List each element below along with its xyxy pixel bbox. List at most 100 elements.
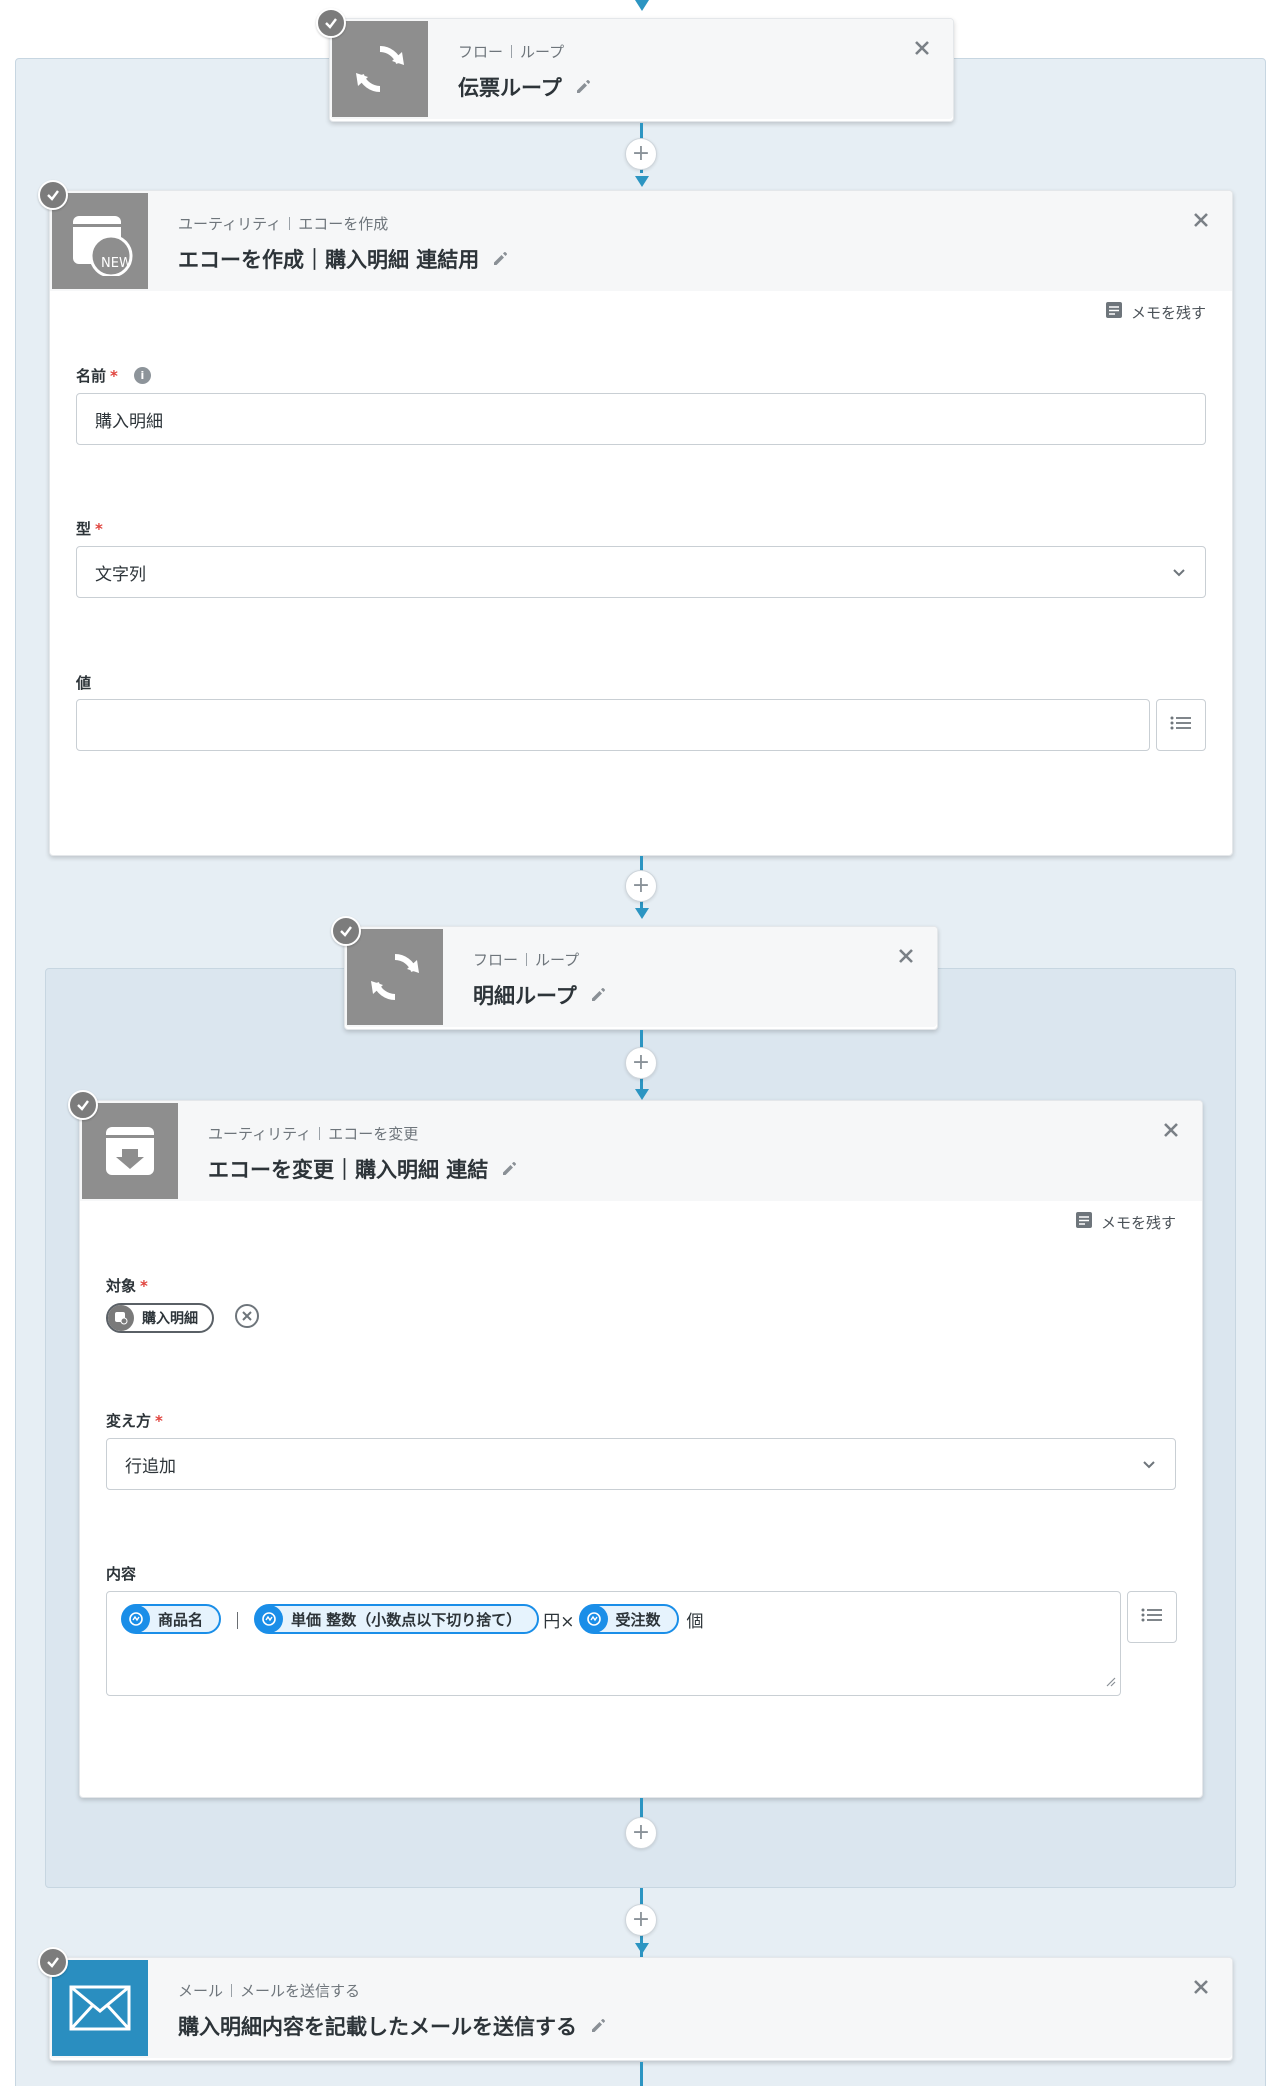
loop1-card[interactable]: フロー ループ 伝票ループ — [329, 18, 954, 122]
target-field-label: 対象 * — [106, 1275, 148, 1296]
target-label-text: 対象 — [106, 1277, 137, 1295]
required-mark: * — [95, 519, 103, 538]
variable-chip[interactable]: 商品名 — [121, 1604, 222, 1634]
loop2-category: フロー — [473, 951, 519, 969]
connector-arrow — [635, 1089, 649, 1100]
loop2-card[interactable]: フロー ループ 明細ループ — [344, 926, 938, 1030]
check-icon — [68, 1090, 98, 1120]
loop1-category: フロー — [458, 43, 504, 61]
variable-chip-label: 受注数 — [615, 1610, 661, 1629]
variable-chip-label: 単価 整数（小数点以下切り捨て） — [291, 1610, 522, 1629]
edit-pencil-icon[interactable] — [589, 986, 607, 1004]
edit-pencil-icon[interactable] — [589, 2017, 607, 2035]
required-mark: * — [110, 366, 118, 385]
target-echo-chip[interactable]: 購入明細 — [106, 1303, 214, 1333]
variable-icon — [122, 1605, 150, 1633]
variable-list-button[interactable] — [1156, 699, 1206, 751]
content-textarea[interactable]: 商品名 ｜ 単価 整数（小数点以下切り捨て） 円× 受注数 個 — [106, 1591, 1121, 1696]
name-label-text: 名前 — [76, 367, 107, 385]
method-select[interactable]: 行追加 — [106, 1438, 1176, 1490]
close-icon[interactable] — [911, 37, 933, 59]
name-input-value: 購入明細 — [95, 411, 163, 432]
loop-icon — [347, 929, 443, 1025]
note-icon — [1075, 1211, 1093, 1233]
chevron-down-icon — [1171, 564, 1187, 585]
echo-create-category: ユーティリティ — [178, 215, 282, 233]
resize-handle-icon[interactable] — [1104, 1672, 1116, 1691]
edit-pencil-icon[interactable] — [574, 78, 592, 96]
type-label-text: 型 — [76, 520, 92, 538]
list-icon — [1141, 1607, 1163, 1627]
required-mark: * — [140, 1276, 148, 1295]
note-icon — [1105, 301, 1123, 323]
type-select[interactable]: 文字列 — [76, 546, 1206, 598]
variable-icon — [579, 1605, 608, 1633]
method-field-label: 変え方 * — [106, 1410, 163, 1431]
mail-title: 購入明細内容を記載したメールを送信する — [178, 2015, 577, 2039]
close-icon[interactable] — [1190, 1976, 1212, 1998]
name-field-label: 名前 * i — [76, 365, 151, 386]
echo-change-category: ユーティリティ — [208, 1125, 312, 1143]
check-icon — [316, 8, 346, 38]
connector-arrow — [635, 176, 649, 187]
memo-label: メモを残す — [1130, 303, 1206, 322]
edit-pencil-icon[interactable] — [500, 1160, 518, 1178]
echo-change-card[interactable]: ユーティリティ エコーを変更 エコーを変更｜購入明細 連結 メモを残す 対象 * 購… — [79, 1100, 1203, 1798]
content-field-label: 内容 — [106, 1563, 136, 1584]
content-label-text: 内容 — [106, 1565, 137, 1583]
value-input[interactable] — [76, 699, 1150, 751]
memo-label: メモを残す — [1100, 1213, 1176, 1232]
content-text: 円× — [543, 1611, 575, 1632]
echo-create-card[interactable]: NEW ユーティリティ エコーを作成 エコーを作成｜購入明細 連結用 メモを残す … — [49, 190, 1233, 856]
mail-card[interactable]: メール メールを送信する 購入明細内容を記載したメールを送信する — [49, 1957, 1233, 2061]
check-icon — [38, 180, 68, 210]
method-label-text: 変え方 — [106, 1412, 152, 1430]
memo-button[interactable]: メモを残す — [1105, 301, 1206, 323]
mail-icon — [52, 1960, 148, 2056]
variable-chip[interactable]: 単価 整数（小数点以下切り捨て） — [254, 1604, 540, 1634]
target-chip-label: 購入明細 — [142, 1311, 198, 1327]
add-step-button[interactable]: + — [625, 870, 657, 902]
add-step-button[interactable]: + — [625, 1047, 657, 1079]
chevron-down-icon — [1141, 1456, 1157, 1477]
content-separator: ｜ — [229, 1611, 247, 1632]
echo-create-action: エコーを作成 — [298, 215, 389, 233]
edit-pencil-icon[interactable] — [491, 250, 509, 268]
mail-action: メールを送信する — [240, 1982, 361, 2000]
echo-change-title: エコーを変更｜購入明細 連結 — [208, 1158, 489, 1182]
close-icon[interactable] — [1190, 209, 1212, 231]
echo-create-title: エコーを作成｜購入明細 連結用 — [178, 248, 480, 272]
info-icon[interactable]: i — [133, 367, 151, 384]
connector-line — [640, 2062, 643, 2086]
memo-button[interactable]: メモを残す — [1075, 1211, 1176, 1233]
type-field-label: 型 * — [76, 518, 103, 539]
new-badge-text: NEW — [101, 256, 132, 271]
required-mark: * — [155, 1411, 163, 1430]
echo-change-action: エコーを変更 — [328, 1125, 419, 1143]
loop-icon — [332, 21, 428, 117]
value-field-label: 値 — [76, 672, 91, 693]
name-input[interactable]: 購入明細 — [76, 393, 1206, 445]
close-icon[interactable] — [1160, 1119, 1182, 1141]
loop2-title: 明細ループ — [473, 984, 577, 1008]
variable-list-button[interactable] — [1127, 1591, 1177, 1643]
variable-icon — [255, 1605, 284, 1633]
type-select-value: 文字列 — [95, 564, 146, 585]
new-echo-icon: NEW — [52, 193, 148, 289]
loop1-action: ループ — [520, 43, 565, 61]
add-step-button[interactable]: + — [625, 138, 657, 170]
add-step-button[interactable]: + — [625, 1817, 657, 1849]
connector-arrow — [635, 0, 649, 11]
variable-chip[interactable]: 受注数 — [578, 1604, 679, 1634]
variable-chip-label: 商品名 — [158, 1610, 204, 1629]
list-icon — [1170, 715, 1192, 735]
add-step-button[interactable]: + — [625, 1904, 657, 1936]
loop1-title: 伝票ループ — [458, 76, 562, 100]
remove-target-icon[interactable] — [234, 1303, 260, 1333]
content-text: 個 — [686, 1611, 704, 1632]
change-echo-icon — [82, 1103, 178, 1199]
connector-arrow — [635, 1943, 649, 1954]
method-select-value: 行追加 — [125, 1456, 176, 1477]
check-icon — [38, 1947, 68, 1977]
close-icon[interactable] — [895, 945, 917, 967]
